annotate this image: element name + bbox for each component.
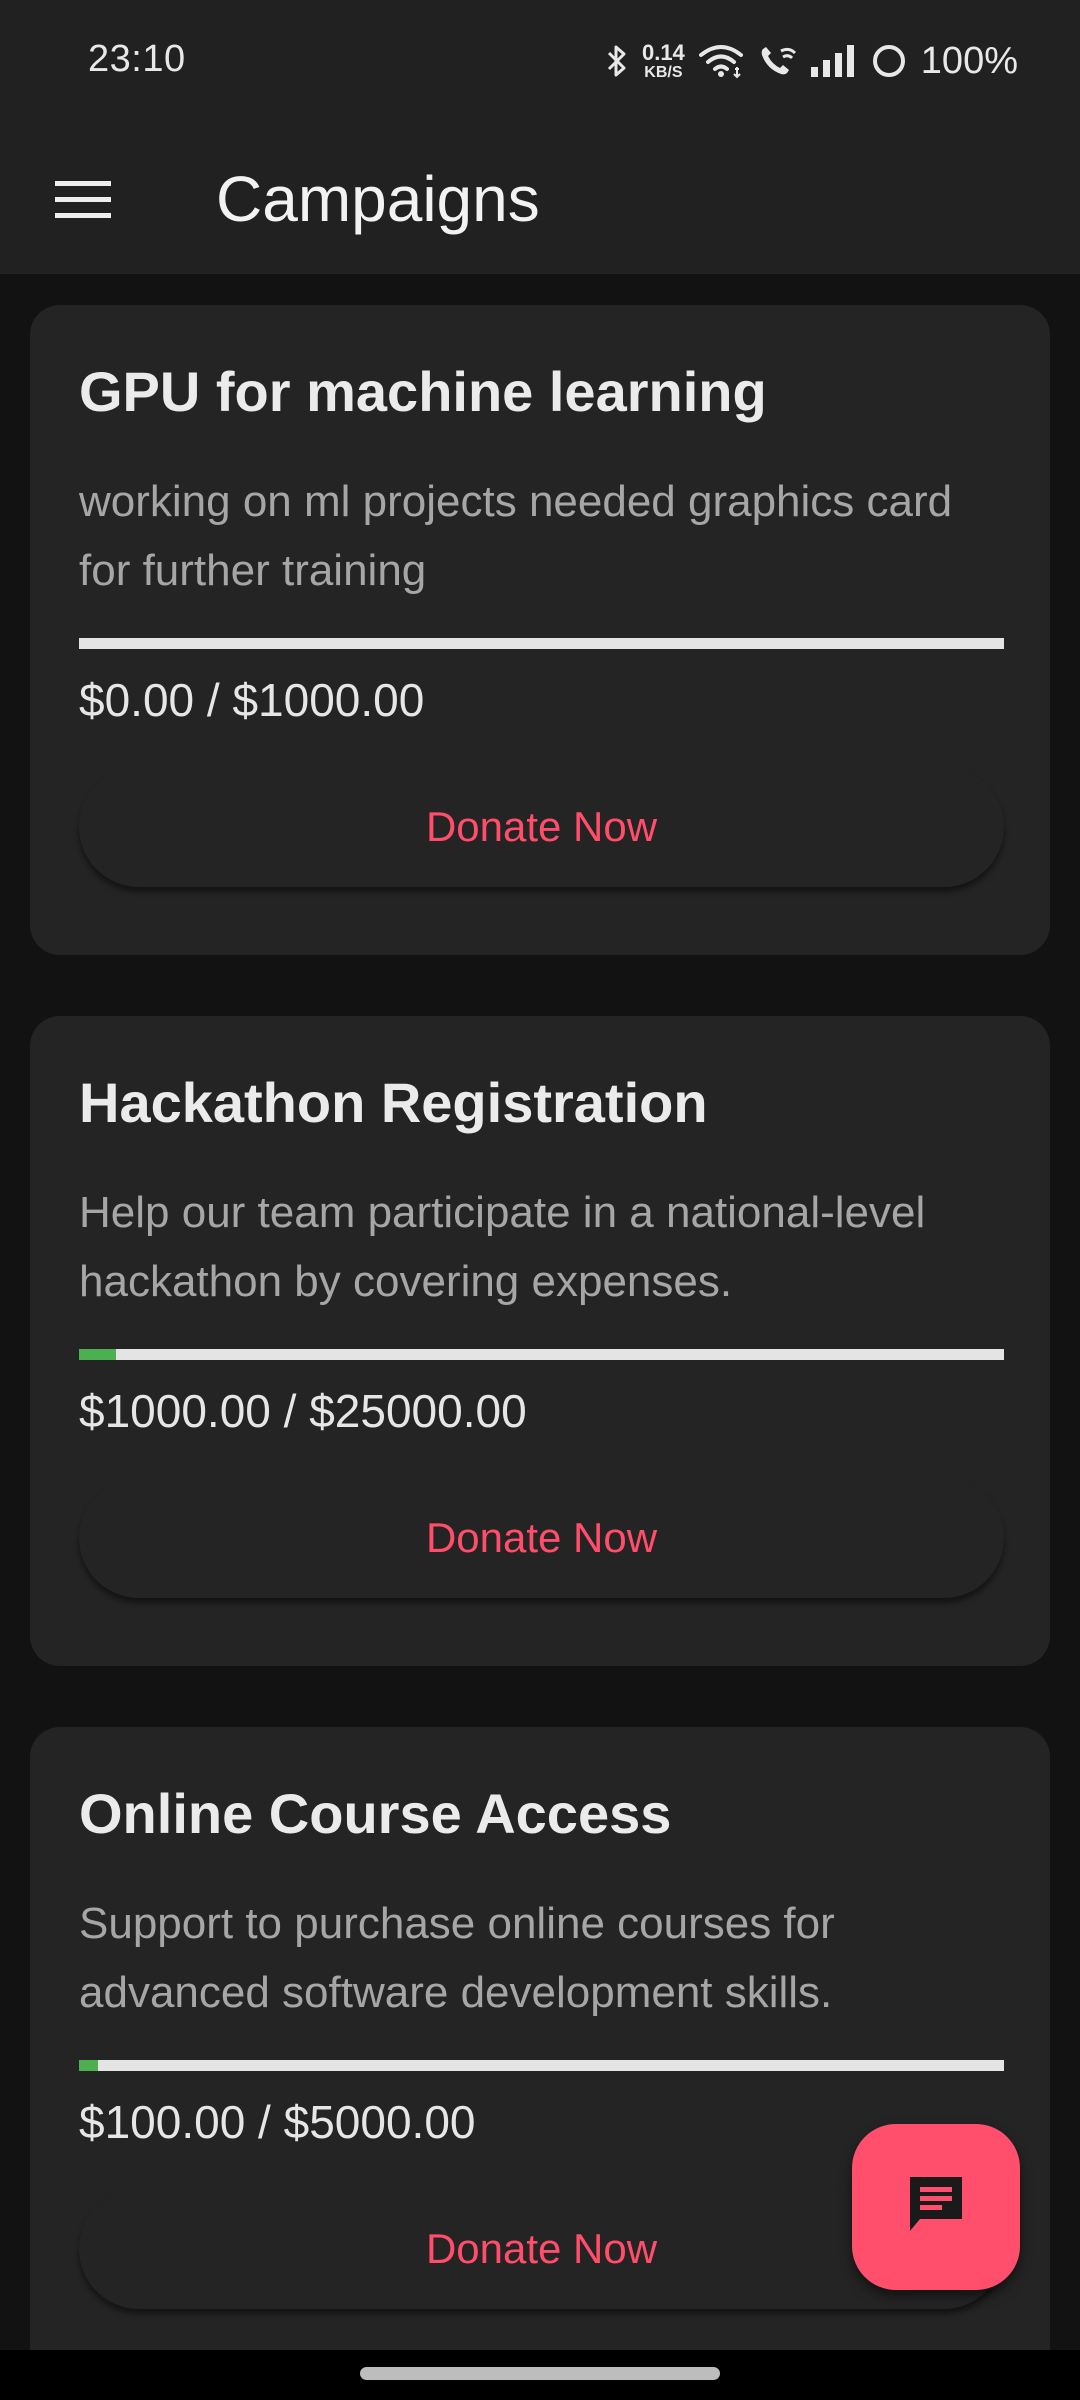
net-speed-value: 0.14 (641, 39, 685, 65)
signal-icon (810, 45, 857, 77)
hamburger-menu-icon[interactable] (40, 164, 126, 234)
chat-fab-button[interactable] (852, 2124, 1020, 2290)
net-speed-indicator: 0.14 KB/S (641, 39, 685, 81)
campaign-title: Hackathon Registration (79, 1071, 708, 1134)
battery-level: 100% (920, 39, 1018, 82)
gesture-handle[interactable] (360, 2367, 720, 2380)
campaign-card: GPU for machine learning working on ml p… (30, 305, 1050, 955)
page-title: Campaigns (216, 163, 540, 235)
campaign-description: Help our team participate in a national-… (79, 1188, 926, 1306)
screen: 23:10 0.14 KB/S 100% Campaigns GPU for m… (0, 0, 1080, 2400)
campaign-card: Hackathon Registration Help our team par… (30, 1016, 1050, 1666)
chat-icon (904, 2173, 968, 2242)
status-icons: 0.14 KB/S 100% (606, 36, 1018, 86)
status-bar: 23:10 0.14 KB/S 100% (0, 0, 1080, 124)
campaign-list[interactable]: GPU for machine learning working on ml p… (0, 274, 1080, 2350)
campaign-progress-bar (79, 1349, 1004, 1360)
bluetooth-icon (606, 43, 628, 79)
status-time: 23:10 (88, 38, 186, 80)
app-bar: Campaigns (0, 124, 1080, 274)
campaign-description: working on ml projects needed graphics c… (79, 477, 953, 595)
campaign-amount: $1000.00 / $25000.00 (79, 1385, 527, 1437)
system-navigation-bar (0, 2350, 1080, 2400)
donate-now-button[interactable]: Donate Now (79, 1478, 1004, 1598)
campaign-description: Support to purchase online courses for a… (79, 1899, 835, 2017)
battery-saver-icon (871, 43, 907, 79)
campaign-title: GPU for machine learning (79, 360, 767, 423)
campaign-amount: $100.00 / $5000.00 (79, 2096, 476, 2148)
campaign-title: Online Course Access (79, 1782, 672, 1845)
campaign-progress-bar (79, 2060, 1004, 2071)
campaign-amount: $0.00 / $1000.00 (79, 674, 425, 726)
wifi-call-icon (757, 43, 797, 79)
donate-now-button[interactable]: Donate Now (79, 767, 1004, 887)
campaign-progress-fill (79, 2060, 98, 2071)
net-speed-unit: KB/S (644, 63, 683, 81)
campaign-progress-bar (79, 638, 1004, 649)
campaign-progress-fill (79, 1349, 116, 1360)
wifi-icon (698, 43, 743, 79)
